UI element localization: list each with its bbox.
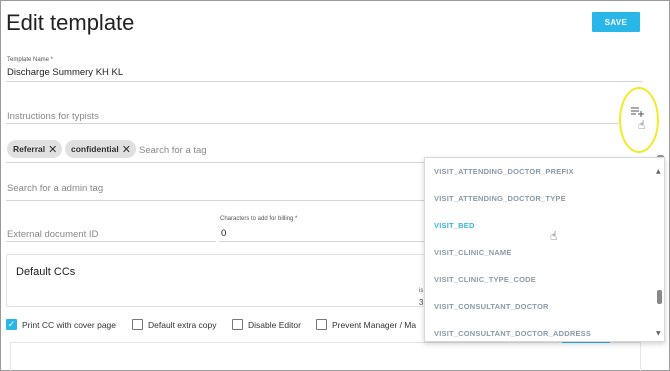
dropdown-item[interactable]: VISIT_CONSULTANT_DOCTOR_ADDRESS	[434, 329, 591, 338]
external-document-id-input[interactable]: External document ID	[7, 229, 98, 240]
dropdown-item[interactable]: VISIT_CLINIC_NAME	[434, 248, 512, 257]
tag-chip-referral[interactable]: Referral ✕	[7, 140, 63, 158]
tag-search-input[interactable]: Search for a tag	[139, 145, 207, 156]
billing-underline	[219, 241, 424, 242]
tag-underline	[6, 162, 424, 163]
default-ccs-title: Default CCs	[16, 266, 76, 278]
template-name-input[interactable]: Discharge Summery KH KL	[7, 67, 123, 78]
disable-editor-label: Disable Editor	[248, 320, 301, 330]
hand-cursor-icon: ☝	[550, 229, 558, 243]
dropdown-item[interactable]: VISIT_CLINIC_TYPE_CODE	[434, 275, 536, 284]
dropdown-item[interactable]: VISIT_ATTENDING_DOCTOR_TYPE	[434, 194, 566, 203]
dropdown-scrollbar-thumb[interactable]	[657, 290, 662, 304]
admin-tag-search-input[interactable]: Search for a admin tag	[7, 183, 103, 194]
print-cc-label: Print CC with cover page	[22, 320, 117, 330]
external-document-underline	[6, 241, 216, 242]
close-icon[interactable]: ✕	[48, 143, 57, 156]
default-ccs-panel	[6, 254, 446, 307]
instructions-input[interactable]: Instructions for typists	[7, 111, 99, 122]
tag-chip-label: Referral	[13, 144, 46, 154]
dropdown-item[interactable]: VISIT_CONSULTANT_DOCTOR	[434, 302, 549, 311]
admin-tag-underline	[6, 200, 424, 201]
dropdown-item-active[interactable]: VISIT_BED	[434, 221, 475, 230]
prevent-manager-checkbox[interactable]	[316, 319, 327, 330]
template-name-underline	[6, 81, 642, 82]
scroll-up-icon[interactable]: ▲	[656, 168, 661, 175]
save-button[interactable]: SAVE	[592, 12, 640, 32]
default-extra-copy-label: Default extra copy	[148, 320, 217, 330]
dropdown-item[interactable]: VISIT_ATTENDING_DOCTOR_PREFIX	[434, 167, 574, 176]
print-cc-checkbox[interactable]: ✓	[6, 319, 17, 330]
prevent-manager-label: Prevent Manager / Ma	[332, 320, 417, 330]
placeholder-dropdown: VISIT_ATTENDING_DOCTOR_PREFIX VISIT_ATTE…	[424, 157, 665, 342]
page-title: Edit template	[6, 10, 135, 35]
hand-cursor-icon: ☝	[638, 118, 646, 132]
instructions-underline	[6, 123, 618, 124]
default-extra-copy-checkbox[interactable]	[132, 319, 143, 330]
partial-value: 3	[419, 298, 424, 307]
close-icon[interactable]: ✕	[122, 143, 131, 156]
disable-editor-checkbox[interactable]	[232, 319, 243, 330]
template-name-label: Template Name *	[7, 57, 54, 63]
billing-input[interactable]: 0	[221, 228, 226, 239]
tag-chip-confidential[interactable]: confidential ✕	[65, 140, 136, 158]
billing-label: Characters to add for billing *	[220, 216, 298, 222]
partial-label: is	[419, 288, 424, 294]
editor-area[interactable]	[10, 342, 641, 371]
dropdown-scrollbar[interactable]: ▲ ▼	[655, 158, 664, 341]
tag-chip-label: confidential	[71, 144, 119, 154]
scroll-down-icon[interactable]: ▼	[656, 330, 661, 337]
